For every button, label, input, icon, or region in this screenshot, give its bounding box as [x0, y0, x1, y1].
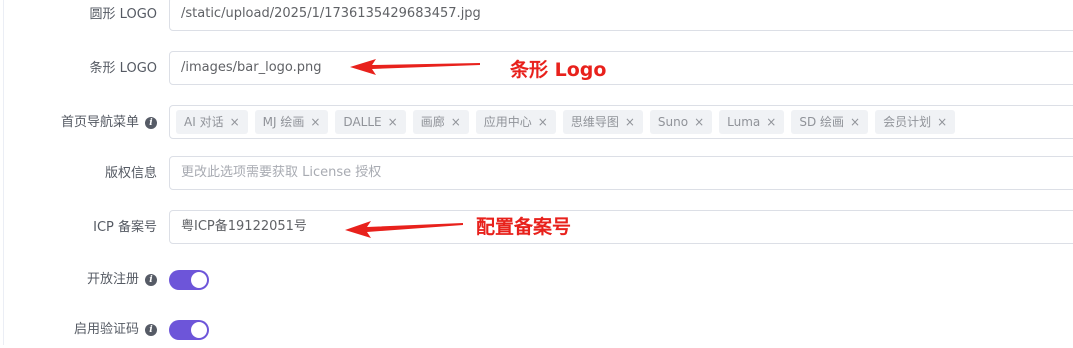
tag-label: MJ 绘画 — [262, 115, 305, 129]
enable-captcha-row: 启用验证码 i — [0, 312, 1073, 348]
copyright-row: 版权信息 更改此选项需要获取 License 授权 — [0, 156, 1073, 192]
close-icon[interactable]: × — [310, 110, 320, 134]
bar-logo-input[interactable]: /images/bar_logo.png — [169, 51, 1073, 85]
close-icon[interactable]: × — [694, 110, 704, 134]
info-icon[interactable]: i — [145, 117, 157, 129]
tag-label: AI 对话 — [184, 115, 224, 129]
close-icon[interactable]: × — [451, 110, 461, 134]
open-register-switch[interactable] — [169, 270, 209, 290]
bar-logo-annotation: 条形 Logo — [510, 59, 607, 81]
nav-menu-tag: Luma × — [719, 110, 785, 134]
tag-label: DALLE — [343, 115, 382, 129]
nav-menu-row: 首页导航菜单 i AI 对话 × MJ 绘画 × DALLE × 画廊 × 应用中心 × 思维导图 ×… — [0, 105, 1073, 141]
open-register-row: 开放注册 i — [0, 262, 1073, 298]
annotation-arrow-icp — [345, 221, 463, 238]
info-icon[interactable]: i — [145, 324, 157, 336]
nav-menu-tag: 画廊 × — [412, 110, 469, 134]
nav-menu-select[interactable]: AI 对话 × MJ 绘画 × DALLE × 画廊 × 应用中心 × 思维导图 × Suno × Luma… — [169, 105, 1073, 139]
close-icon[interactable]: × — [937, 110, 947, 134]
tag-label: 会员计划 — [883, 115, 932, 129]
close-icon[interactable]: × — [388, 110, 398, 134]
icp-label: ICP 备案号 — [93, 220, 157, 235]
copyright-label: 版权信息 — [104, 166, 157, 181]
switch-knob — [191, 322, 207, 338]
info-icon[interactable]: i — [145, 274, 157, 286]
nav-menu-label: 首页导航菜单 i — [61, 105, 157, 141]
icp-input[interactable]: 粤ICP备19122051号 — [169, 210, 1073, 244]
nav-menu-tag: SD 绘画 × — [791, 110, 869, 134]
annotation-arrow-bar-logo — [350, 59, 480, 75]
round-logo-input[interactable]: /static/upload/2025/1/1736135429683457.j… — [169, 0, 1073, 31]
close-icon[interactable]: × — [538, 110, 548, 134]
nav-menu-tag: 应用中心 × — [475, 110, 556, 134]
enable-captcha-label: 启用验证码 i — [74, 312, 157, 348]
nav-menu-tag: Suno × — [649, 110, 713, 134]
round-logo-label: 圆形 LOGO — [89, 7, 157, 22]
nav-menu-tag: 思维导图 × — [562, 110, 643, 134]
close-icon[interactable]: × — [850, 110, 860, 134]
close-icon[interactable]: × — [766, 110, 776, 134]
tag-label: 思维导图 — [570, 115, 619, 129]
nav-menu-tag: DALLE × — [335, 110, 406, 134]
copyright-input[interactable]: 更改此选项需要获取 License 授权 — [169, 156, 1073, 190]
open-register-label: 开放注册 i — [87, 262, 157, 298]
tag-label: 画廊 — [420, 115, 445, 129]
nav-menu-tag: 会员计划 × — [875, 110, 956, 134]
tag-label: 应用中心 — [483, 115, 532, 129]
round-logo-row: 圆形 LOGO /static/upload/2025/1/1736135429… — [0, 0, 1073, 33]
bar-logo-label: 条形 LOGO — [89, 61, 157, 76]
switch-knob — [191, 272, 207, 288]
close-icon[interactable]: × — [625, 110, 635, 134]
close-icon[interactable]: × — [230, 110, 240, 134]
tag-label: Suno — [657, 115, 689, 129]
tag-label: SD 绘画 — [799, 115, 845, 129]
tag-label: Luma — [727, 115, 761, 129]
icp-annotation: 配置备案号 — [476, 216, 572, 238]
nav-menu-tag: MJ 绘画 × — [254, 110, 329, 134]
nav-menu-tag: AI 对话 × — [176, 110, 248, 134]
enable-captcha-switch[interactable] — [169, 320, 209, 340]
